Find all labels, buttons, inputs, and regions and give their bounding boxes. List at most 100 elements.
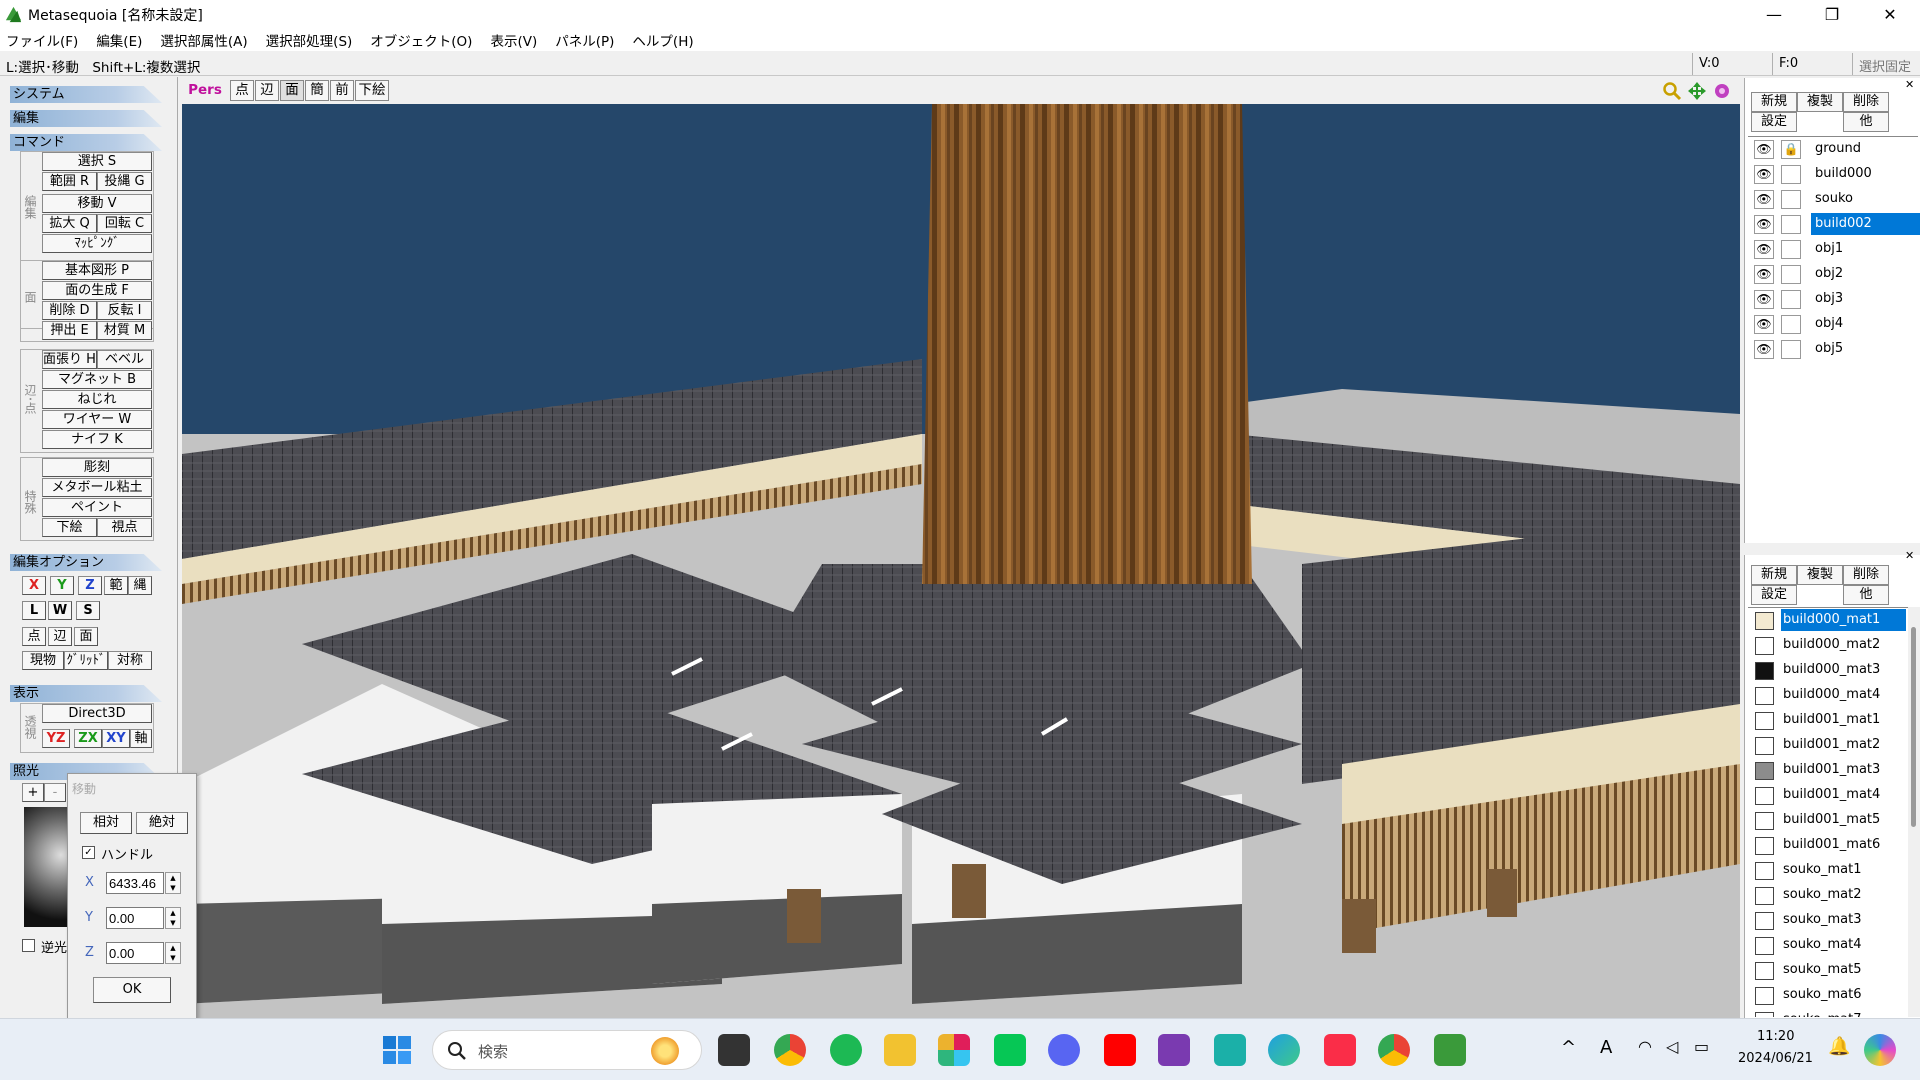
scrollbar-thumb[interactable] xyxy=(1911,627,1916,827)
light-direction-sphere[interactable] xyxy=(24,807,70,927)
metaball-button[interactable]: メタボール粘土 xyxy=(42,478,152,497)
material-panel-close-icon[interactable]: ✕ xyxy=(1905,549,1914,562)
axis-z-toggle[interactable]: Z xyxy=(78,576,102,595)
maximize-button[interactable]: ❐ xyxy=(1803,0,1861,29)
menu-edit[interactable]: 編集(E) xyxy=(96,30,142,50)
paint-button[interactable]: ペイント xyxy=(42,498,152,517)
axis-y-toggle[interactable]: Y xyxy=(50,576,74,595)
material-row[interactable]: build001_mat4 xyxy=(1751,783,1908,808)
ok-button[interactable]: OK xyxy=(93,977,171,1003)
material-row[interactable]: build000_mat1 xyxy=(1751,608,1908,633)
backlight-checkbox[interactable] xyxy=(22,939,35,952)
object-row-build002[interactable]: 👁 build002 xyxy=(1751,212,1920,237)
object-row-souko[interactable]: 👁 souko xyxy=(1751,187,1920,212)
primitive-button[interactable]: 基本図形 P xyxy=(42,261,152,280)
current-object-toggle[interactable]: 現物 xyxy=(22,651,64,670)
range-button[interactable]: 範囲 R xyxy=(42,172,97,191)
object-other-button[interactable]: 他 xyxy=(1843,112,1889,132)
object-panel-close-icon[interactable]: ✕ xyxy=(1905,78,1914,91)
mapping-button[interactable]: ﾏｯﾋﾟﾝｸﾞ xyxy=(42,234,152,253)
lock-toggle[interactable] xyxy=(1781,315,1801,334)
pan-icon[interactable] xyxy=(1687,81,1707,101)
front-toggle[interactable]: 前 xyxy=(330,80,354,101)
object-row-build000[interactable]: 👁 build000 xyxy=(1751,162,1920,187)
ime-indicator[interactable]: A xyxy=(1600,1037,1612,1058)
bevel-button[interactable]: ベベル xyxy=(97,350,152,369)
show-edges-toggle[interactable]: 辺 xyxy=(255,80,279,101)
make-face-button[interactable]: 面の生成 F xyxy=(42,281,152,300)
visibility-eye-icon[interactable]: 👁 xyxy=(1754,165,1774,184)
axis-x-toggle[interactable]: X xyxy=(22,576,46,595)
lasso-button[interactable]: 投縄 G xyxy=(97,172,152,191)
object-settings-button[interactable]: 設定 xyxy=(1751,112,1797,132)
scale-button[interactable]: 拡大 Q xyxy=(42,214,97,233)
material-button[interactable]: 材質 M xyxy=(97,321,152,340)
knife-button[interactable]: ナイフ K xyxy=(42,430,152,449)
edit-section[interactable]: 編集 xyxy=(10,110,162,127)
rotate-view-icon[interactable] xyxy=(1712,81,1732,101)
flip-button[interactable]: 反転 I xyxy=(97,301,152,320)
spotify-icon[interactable] xyxy=(830,1034,862,1066)
menu-object[interactable]: オブジェクト(O) xyxy=(370,30,472,50)
symmetry-toggle[interactable]: 対称 xyxy=(108,651,152,670)
menu-file[interactable]: ファイル(F) xyxy=(6,30,78,50)
select-button[interactable]: 選択 S xyxy=(42,152,152,171)
material-row[interactable]: souko_mat5 xyxy=(1751,958,1908,983)
material-swatch[interactable] xyxy=(1755,837,1774,855)
relative-button[interactable]: 相対 xyxy=(80,812,132,834)
sculpt-button[interactable]: 彫刻 xyxy=(42,458,152,477)
zoom-icon[interactable] xyxy=(1662,81,1682,101)
underlay-toggle[interactable]: 下絵 xyxy=(355,80,389,101)
object-delete-button[interactable]: 削除 xyxy=(1843,92,1889,112)
object-row-obj1[interactable]: 👁 obj1 xyxy=(1751,237,1920,262)
menu-view[interactable]: 表示(V) xyxy=(490,30,537,50)
menu-panel[interactable]: パネル(P) xyxy=(555,30,614,50)
material-swatch[interactable] xyxy=(1755,637,1774,655)
material-row[interactable]: build001_mat2 xyxy=(1751,733,1908,758)
material-row[interactable]: build001_mat1 xyxy=(1751,708,1908,733)
face-mode-toggle[interactable]: 面 xyxy=(74,627,98,646)
lock-icon[interactable]: 🔒 xyxy=(1781,140,1801,159)
extrude-button[interactable]: 押出 E xyxy=(42,321,97,340)
material-swatch[interactable] xyxy=(1755,787,1774,805)
visibility-eye-icon[interactable]: 👁 xyxy=(1754,340,1774,359)
material-swatch[interactable] xyxy=(1755,687,1774,705)
line-icon[interactable] xyxy=(994,1034,1026,1066)
youtube-icon[interactable] xyxy=(1104,1034,1136,1066)
volume-icon[interactable]: ◁ xyxy=(1666,1037,1678,1056)
visibility-eye-icon[interactable]: 👁 xyxy=(1754,190,1774,209)
underlay-button[interactable]: 下絵 xyxy=(42,518,97,537)
material-scrollbar[interactable] xyxy=(1908,607,1920,1017)
command-section[interactable]: コマンド xyxy=(10,134,162,151)
display-section[interactable]: 表示 xyxy=(10,685,162,702)
material-delete-button[interactable]: 削除 xyxy=(1843,565,1889,585)
lock-toggle[interactable] xyxy=(1781,265,1801,284)
lasso-toggle[interactable]: 縄 xyxy=(128,576,152,595)
slack-icon[interactable] xyxy=(938,1034,970,1066)
material-swatch[interactable] xyxy=(1755,812,1774,830)
material-swatch[interactable] xyxy=(1755,762,1774,780)
windows-start-icon[interactable] xyxy=(382,1035,412,1065)
material-row[interactable]: build000_mat3 xyxy=(1751,658,1908,683)
material-row[interactable]: build000_mat2 xyxy=(1751,633,1908,658)
material-settings-button[interactable]: 設定 xyxy=(1751,585,1797,605)
discord-icon[interactable] xyxy=(1048,1034,1080,1066)
material-row[interactable]: build001_mat5 xyxy=(1751,808,1908,833)
x-input[interactable] xyxy=(106,872,164,894)
delete-button[interactable]: 削除 D xyxy=(42,301,97,320)
object-copy-button[interactable]: 複製 xyxy=(1797,92,1843,112)
taskbar-search[interactable]: 検索 xyxy=(432,1030,702,1070)
handle-checkbox[interactable]: ✓ xyxy=(82,846,95,859)
material-swatch[interactable] xyxy=(1755,987,1774,1005)
world-toggle[interactable]: W xyxy=(48,601,72,620)
visibility-eye-icon[interactable]: 👁 xyxy=(1754,265,1774,284)
lock-toggle[interactable] xyxy=(1781,165,1801,184)
edge-mode-toggle[interactable]: 辺 xyxy=(48,627,72,646)
simple-display-toggle[interactable]: 簡 xyxy=(305,80,329,101)
object-row-ground[interactable]: 👁 🔒 ground xyxy=(1751,137,1920,162)
material-swatch[interactable] xyxy=(1755,712,1774,730)
material-swatch[interactable] xyxy=(1755,937,1774,955)
lock-toggle[interactable] xyxy=(1781,190,1801,209)
chrome-profile-icon[interactable] xyxy=(1378,1034,1410,1066)
show-faces-toggle[interactable]: 面 xyxy=(280,80,304,101)
